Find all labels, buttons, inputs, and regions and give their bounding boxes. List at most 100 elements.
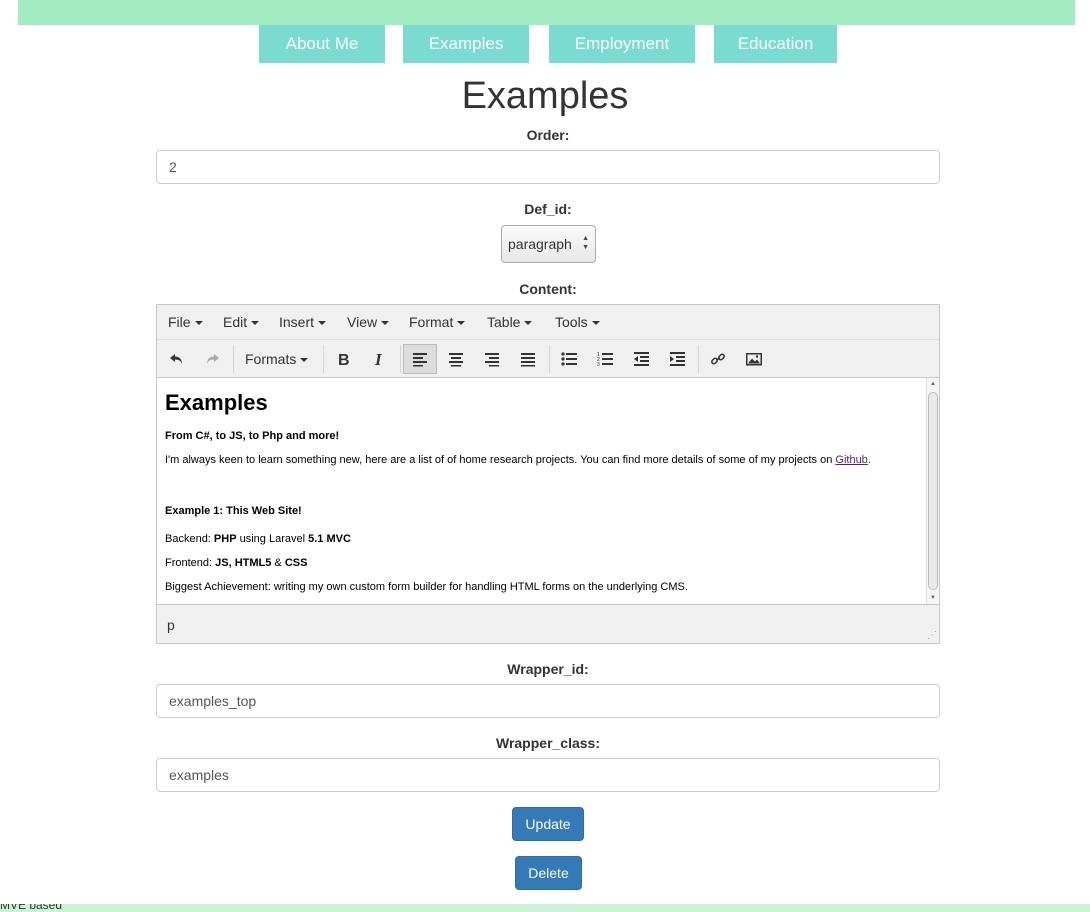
example-title: Example 1: This Web Site!	[165, 505, 302, 517]
link-icon	[711, 353, 725, 365]
frontend-label: Frontend:	[165, 557, 216, 569]
achievement-line: Biggest Achievement: writing my own cust…	[165, 581, 688, 593]
menu-table[interactable]: Table	[487, 314, 533, 330]
align-left-button[interactable]	[403, 344, 437, 374]
caret-down-icon	[591, 321, 600, 326]
outdent-icon	[634, 352, 649, 366]
nav-examples[interactable]: Examples	[403, 25, 529, 63]
redo-button[interactable]	[195, 344, 229, 374]
wrapper-id-input[interactable]: examples_top	[156, 684, 940, 718]
nav-about-me[interactable]: About Me	[259, 25, 385, 63]
content-intro-end: .	[867, 454, 871, 466]
caret-down-icon	[524, 321, 533, 326]
wrapper-class-input[interactable]: examples	[156, 758, 940, 792]
menu-tools[interactable]: Tools	[555, 314, 600, 330]
menu-file[interactable]: File	[168, 314, 203, 330]
align-right-button[interactable]	[475, 344, 509, 374]
align-justify-icon	[521, 353, 535, 367]
menu-table-label: Table	[487, 314, 521, 330]
insert-link-button[interactable]	[701, 344, 735, 374]
editor-content-area[interactable]: Examples From C#, to JS, to Php and more…	[157, 377, 939, 605]
editor-statusbar: p ⋰	[157, 605, 939, 643]
caret-down-icon	[251, 321, 260, 326]
align-center-button[interactable]	[439, 344, 473, 374]
content-intro: I'm always keen to learn something new, …	[165, 454, 871, 466]
rich-text-editor: File Edit Insert View Format Table Tools…	[156, 304, 940, 644]
select-arrows-icon: ▲ ▼	[582, 235, 589, 251]
italic-button[interactable]: I	[362, 344, 396, 374]
element-path[interactable]: p	[167, 617, 175, 633]
order-label: Order:	[526, 127, 570, 143]
frontend-line: Frontend: JS, HTML5 & CSS	[165, 557, 307, 569]
toolbar-divider	[698, 345, 699, 373]
footer-text: MVE based	[0, 904, 63, 912]
svg-text:B: B	[338, 352, 350, 367]
scroll-down-icon[interactable]: ▼	[928, 593, 938, 603]
def-id-select[interactable]: paragraph ▲ ▼	[501, 225, 596, 263]
content-intro-text: I'm always keen to learn something new, …	[165, 454, 836, 466]
redo-icon	[207, 354, 219, 364]
top-banner	[18, 0, 1075, 25]
image-icon	[746, 353, 762, 366]
undo-button[interactable]	[160, 344, 194, 374]
page-title: Examples	[461, 75, 629, 117]
menu-format[interactable]: Format	[409, 314, 466, 330]
editor-menubar: File Edit Insert View Format Table Tools	[157, 305, 939, 340]
indent-icon	[670, 352, 685, 366]
content-subheading: From C#, to JS, to Php and more!	[165, 430, 340, 442]
frontend-tech: JS, HTML5	[215, 557, 272, 569]
menu-insert-label: Insert	[279, 314, 315, 330]
outdent-button[interactable]	[624, 344, 658, 374]
nav-employment[interactable]: Employment	[549, 25, 695, 63]
bold-button[interactable]: B	[326, 344, 360, 374]
justify-button[interactable]	[511, 344, 545, 374]
bullet-list-button[interactable]	[552, 344, 586, 374]
menu-view[interactable]: View	[347, 314, 390, 330]
backend-line: Backend: PHP using Laravel 5.1 MVC	[165, 533, 351, 545]
toolbar-divider	[233, 345, 234, 373]
scroll-up-icon[interactable]: ▲	[928, 379, 938, 389]
menu-insert[interactable]: Insert	[279, 314, 327, 330]
backend-label: Backend:	[165, 533, 214, 545]
order-input[interactable]: 2	[156, 150, 940, 184]
align-center-icon	[449, 353, 463, 367]
numbered-list-button[interactable]: 123	[588, 344, 622, 374]
toolbar-divider	[323, 345, 324, 373]
bullet-list-icon	[561, 352, 577, 366]
formats-label: Formats	[245, 351, 297, 367]
frontend-amp: &	[271, 557, 285, 569]
content-heading: Examples	[165, 390, 268, 415]
delete-button[interactable]: Delete	[515, 856, 582, 890]
github-link[interactable]: Github	[835, 454, 867, 466]
caret-down-icon	[300, 358, 309, 363]
def-id-label: Def_id:	[524, 201, 572, 217]
svg-text:3: 3	[597, 362, 600, 367]
content-label: Content:	[519, 281, 577, 297]
main-nav: About Me Examples Employment Education	[0, 25, 1090, 63]
frontend-css: CSS	[284, 557, 308, 569]
insert-image-button[interactable]	[737, 344, 771, 374]
undo-icon	[170, 354, 182, 364]
menu-format-label: Format	[409, 314, 454, 330]
update-button[interactable]: Update	[512, 807, 584, 841]
backend-php: PHP	[213, 533, 237, 545]
resize-handle-icon[interactable]: ⋰	[927, 630, 937, 641]
wrapper-id-label: Wrapper_id:	[507, 661, 589, 677]
backend-mvc: 5.1 MVC	[308, 533, 351, 545]
numbered-list-icon: 123	[597, 352, 613, 367]
svg-text:I: I	[374, 351, 383, 367]
toolbar-divider	[549, 345, 550, 373]
backend-using: using Laravel	[236, 533, 309, 545]
nav-education[interactable]: Education	[714, 25, 837, 63]
menu-edit[interactable]: Edit	[223, 314, 260, 330]
scroll-thumb[interactable]	[928, 392, 938, 590]
bold-icon: B	[338, 352, 350, 367]
caret-down-icon	[194, 321, 203, 326]
indent-button[interactable]	[660, 344, 694, 374]
editor-scrollbar[interactable]: ▲ ▼	[926, 378, 939, 604]
italic-icon: I	[374, 351, 383, 367]
align-left-icon	[413, 353, 427, 367]
caret-down-icon	[318, 321, 327, 326]
align-right-icon	[485, 353, 499, 367]
formats-dropdown[interactable]: Formats	[241, 344, 309, 374]
